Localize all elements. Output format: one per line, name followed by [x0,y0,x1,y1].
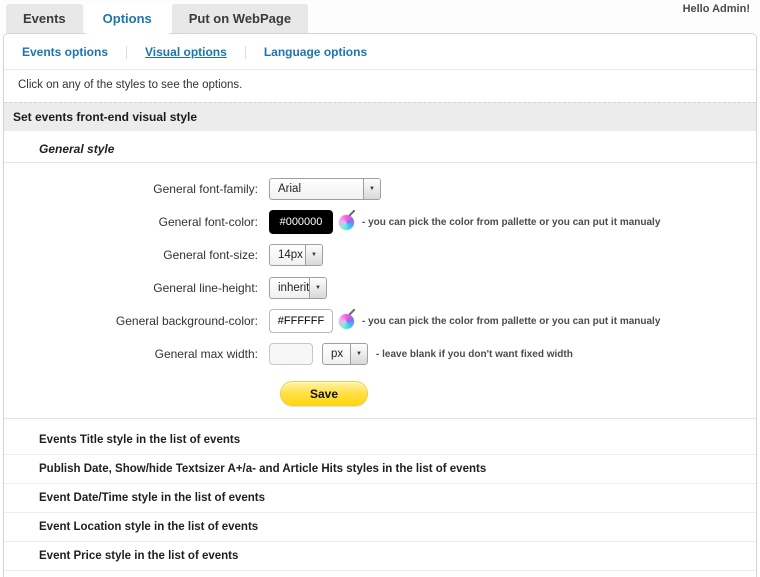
line-height-value: inherit [278,282,309,294]
chevron-down-icon: ▼ [315,285,321,291]
font-size-value: 14px [278,249,303,261]
font-color-label: General font-color: [158,215,258,229]
max-width-unit-select[interactable]: px ▼ [322,343,368,365]
line-height-label: General line-height: [153,281,258,295]
background-color-row: General background-color: - you can pick… [4,309,756,333]
max-width-input[interactable] [269,343,313,365]
subnav-events-options[interactable]: Events options [22,45,108,59]
line-height-select[interactable]: inherit ▼ [269,277,327,299]
color-picker-icon[interactable] [339,313,354,329]
save-row: Save [280,381,756,406]
chevron-down-icon: ▼ [369,186,375,192]
background-color-input[interactable] [269,309,333,333]
tab-options[interactable]: Options [85,4,169,34]
max-width-label: General max width: [154,347,258,361]
subnav-language-options[interactable]: Language options [264,45,367,59]
section-publish-date-style[interactable]: Publish Date, Show/hide Textsizer A+/a- … [4,455,756,484]
tab-events[interactable]: Events [6,4,83,33]
font-family-select[interactable]: Arial ▼ [269,178,381,200]
subnav-divider [126,45,128,59]
background-color-label: General background-color: [115,314,258,328]
dropdown-button: ▼ [363,179,380,199]
main-panel: Events options Visual options Language o… [3,33,757,577]
section-event-summary-style[interactable]: Event Summary text style in the list of … [4,571,756,577]
save-button[interactable]: Save [280,381,368,406]
section-event-datetime-style[interactable]: Event Date/Time style in the list of eve… [4,484,756,513]
general-style-form: General font-family: Arial ▼ General fon… [4,163,756,419]
visual-style-section-header: Set events front-end visual style [4,102,756,131]
intro-text: Click on any of the styles to see the op… [18,79,243,91]
section-event-location-style[interactable]: Event Location style in the list of even… [4,513,756,542]
greeting-text: Hello Admin! [682,3,750,15]
tab-put-on-webpage[interactable]: Put on WebPage [171,4,309,33]
max-width-row: General max width: px ▼ - leave blank if… [4,342,756,366]
max-width-unit-value: px [331,348,344,360]
subnav-divider [244,45,246,59]
dropdown-button: ▼ [350,344,367,364]
dropdown-button: ▼ [309,278,326,298]
options-subnav: Events options Visual options Language o… [4,34,756,69]
font-color-input[interactable] [269,210,333,234]
font-color-help-text: - you can pick the color from pallette o… [362,216,661,228]
font-size-row: General font-size: 14px ▼ [4,243,756,267]
font-family-label: General font-family: [153,182,258,196]
font-family-row: General font-family: Arial ▼ [4,177,756,201]
chevron-down-icon: ▼ [356,351,362,357]
general-style-accordion-header[interactable]: General style [4,131,756,163]
font-size-label: General font-size: [163,248,258,262]
chevron-down-icon: ▼ [311,252,317,258]
section-event-price-style[interactable]: Event Price style in the list of events [4,542,756,571]
font-color-row: General font-color: - you can pick the c… [4,210,756,234]
line-height-row: General line-height: inherit ▼ [4,276,756,300]
subnav-visual-options[interactable]: Visual options [145,45,227,59]
section-events-title-style[interactable]: Events Title style in the list of events [4,426,756,455]
max-width-help-text: - leave blank if you don't want fixed wi… [376,348,573,360]
dropdown-button: ▼ [305,245,322,265]
top-tab-bar: Events Options Put on WebPage Hello Admi… [0,0,760,34]
font-family-value: Arial [278,183,302,195]
style-sections-list: Events Title style in the list of events… [4,419,756,577]
background-color-help-text: - you can pick the color from pallette o… [362,315,661,327]
font-size-select[interactable]: 14px ▼ [269,244,323,266]
color-picker-icon[interactable] [339,214,354,230]
